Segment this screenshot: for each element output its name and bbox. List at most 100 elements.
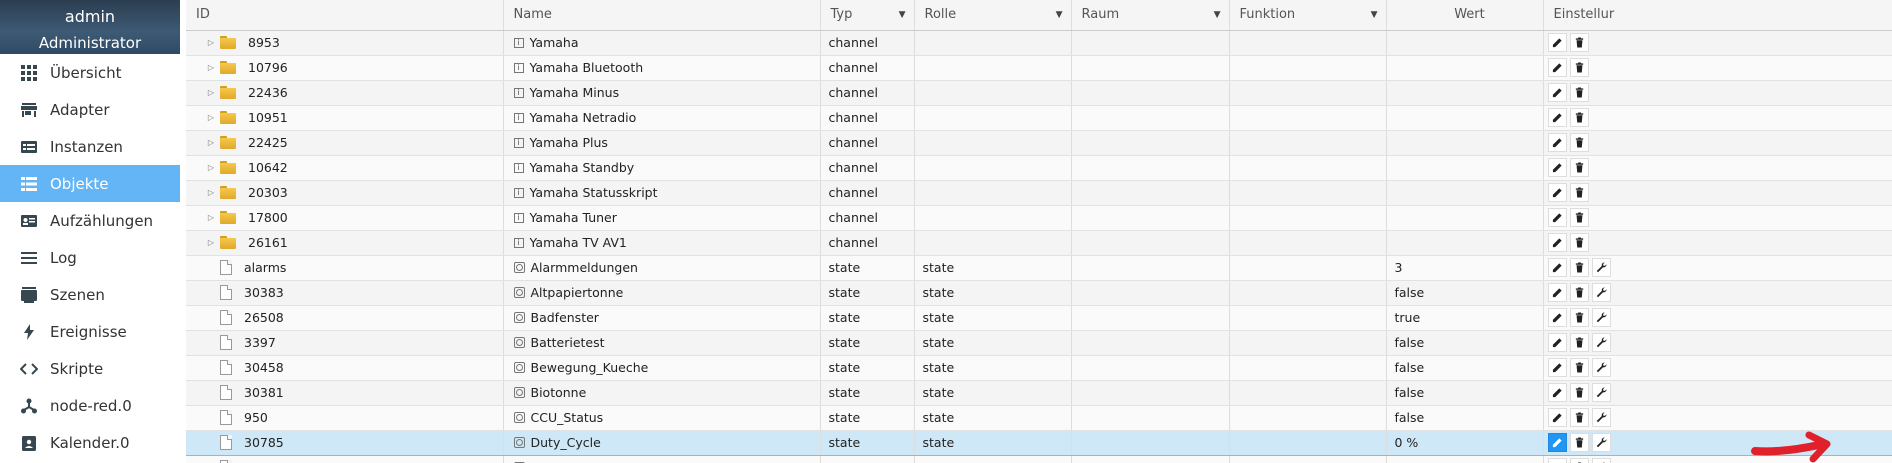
cell-funktion[interactable]: [1229, 455, 1387, 463]
cell-id[interactable]: 30458: [186, 355, 504, 381]
cell-funktion[interactable]: [1229, 205, 1387, 231]
delete-button[interactable]: [1569, 333, 1589, 352]
cell-raum[interactable]: [1071, 180, 1230, 206]
cell-raum[interactable]: [1071, 330, 1230, 356]
typ-filter-dropdown-icon[interactable]: ▼: [899, 10, 906, 20]
table-row[interactable]: 30383 Altpapiertonne state state false: [186, 280, 1892, 306]
column-header-funktion[interactable]: Funktion ▼: [1229, 0, 1387, 31]
cell-raum[interactable]: [1071, 55, 1230, 81]
cell-funktion[interactable]: [1229, 380, 1387, 406]
delete-button[interactable]: [1569, 208, 1589, 227]
cell-id[interactable]: ▷ 26161: [186, 230, 504, 256]
edit-button[interactable]: [1547, 108, 1567, 127]
expand-triangle-icon[interactable]: ▷: [204, 38, 218, 47]
sidebar-item-log[interactable]: Log: [0, 239, 180, 276]
delete-button[interactable]: [1569, 408, 1589, 427]
column-header-rolle[interactable]: Rolle ▼: [914, 0, 1072, 31]
cell-name[interactable]: i Yamaha Statusskript: [503, 180, 821, 206]
raum-filter-dropdown-icon[interactable]: ▼: [1214, 10, 1221, 20]
cell-raum[interactable]: [1071, 230, 1230, 256]
delete-button[interactable]: [1569, 183, 1589, 202]
table-row[interactable]: 30381 Biotonne state state false: [186, 380, 1892, 406]
cell-funktion[interactable]: [1229, 130, 1387, 156]
cell-wert[interactable]: 3: [1386, 255, 1544, 281]
column-header-id[interactable]: ID: [186, 0, 504, 31]
table-row[interactable]: ▷ 22436 i Yamaha Minus channel: [186, 80, 1892, 106]
cell-id[interactable]: ▷ 22425: [186, 130, 504, 156]
delete-button[interactable]: [1569, 133, 1589, 152]
cell-raum[interactable]: [1071, 155, 1230, 181]
cell-name[interactable]: i Yamaha Tuner: [503, 205, 821, 231]
cell-funktion[interactable]: [1229, 429, 1387, 456]
cell-name[interactable]: Badfenster: [503, 305, 821, 331]
column-header-typ[interactable]: Typ ▼: [820, 0, 915, 31]
cell-raum[interactable]: [1071, 455, 1230, 463]
sidebar-item-node-red-0[interactable]: node-red.0: [0, 387, 180, 424]
cell-wert[interactable]: [1386, 80, 1544, 106]
sidebar-item-kalender-0[interactable]: Kalender.0: [0, 424, 180, 461]
delete-button[interactable]: [1569, 433, 1589, 452]
cell-wert[interactable]: [1386, 130, 1544, 156]
settings-button[interactable]: [1591, 258, 1611, 277]
edit-button[interactable]: [1547, 133, 1567, 152]
delete-button[interactable]: [1569, 358, 1589, 377]
cell-id[interactable]: ▷ 10951: [186, 105, 504, 131]
cell-id[interactable]: ▷ 20303: [186, 180, 504, 206]
cell-funktion[interactable]: [1229, 305, 1387, 331]
sidebar-item-adapter[interactable]: Adapter: [0, 91, 180, 128]
edit-button[interactable]: [1547, 283, 1567, 302]
edit-button[interactable]: [1547, 158, 1567, 177]
cell-id[interactable]: ▷ 17800: [186, 205, 504, 231]
cell-wert[interactable]: [1386, 155, 1544, 181]
cell-name[interactable]: Batterietest: [503, 330, 821, 356]
delete-button[interactable]: [1569, 458, 1589, 463]
cell-wert[interactable]: true: [1386, 305, 1544, 331]
cell-name[interactable]: [503, 455, 821, 463]
cell-wert[interactable]: false: [1386, 280, 1544, 306]
cell-raum[interactable]: [1071, 80, 1230, 106]
cell-wert[interactable]: false: [1386, 405, 1544, 431]
settings-button[interactable]: [1591, 308, 1611, 327]
delete-button[interactable]: [1569, 283, 1589, 302]
cell-id[interactable]: ▷ 10642: [186, 155, 504, 181]
settings-button[interactable]: [1591, 283, 1611, 302]
cell-name[interactable]: Altpapiertonne: [503, 280, 821, 306]
rolle-filter-dropdown-icon[interactable]: ▼: [1056, 10, 1063, 20]
edit-button[interactable]: [1547, 358, 1567, 377]
delete-button[interactable]: [1569, 108, 1589, 127]
sidebar-item-skripte[interactable]: Skripte: [0, 350, 180, 387]
edit-button[interactable]: [1547, 258, 1567, 277]
cell-id[interactable]: 26508: [186, 305, 504, 331]
cell-id[interactable]: alarms: [186, 255, 504, 281]
edit-button[interactable]: [1547, 233, 1567, 252]
cell-wert[interactable]: [1386, 55, 1544, 81]
delete-button[interactable]: [1569, 58, 1589, 77]
delete-button[interactable]: [1569, 258, 1589, 277]
cell-name[interactable]: i Yamaha TV AV1: [503, 230, 821, 256]
table-row[interactable]: ▷ 22425 i Yamaha Plus channel: [186, 130, 1892, 156]
funktion-filter-dropdown-icon[interactable]: ▼: [1371, 10, 1378, 20]
cell-funktion[interactable]: [1229, 105, 1387, 131]
expand-triangle-icon[interactable]: ▷: [204, 138, 218, 147]
cell-wert[interactable]: [1386, 455, 1544, 463]
cell-id[interactable]: 30381: [186, 380, 504, 406]
delete-button[interactable]: [1569, 83, 1589, 102]
cell-funktion[interactable]: [1229, 180, 1387, 206]
edit-button[interactable]: [1547, 433, 1567, 452]
cell-wert[interactable]: [1386, 105, 1544, 131]
cell-funktion[interactable]: [1229, 255, 1387, 281]
cell-name[interactable]: CCU_Status: [503, 405, 821, 431]
sidebar-item-instanzen[interactable]: Instanzen: [0, 128, 180, 165]
edit-button[interactable]: [1547, 208, 1567, 227]
column-header-name[interactable]: Name: [503, 0, 821, 31]
cell-raum[interactable]: [1071, 405, 1230, 431]
edit-button[interactable]: [1547, 33, 1567, 52]
sidebar-item-aufzählungen[interactable]: Aufzählungen: [0, 202, 180, 239]
cell-raum[interactable]: [1071, 280, 1230, 306]
cell-name[interactable]: i Yamaha: [503, 30, 821, 56]
cell-name[interactable]: i Yamaha Minus: [503, 80, 821, 106]
cell-id[interactable]: 950: [186, 405, 504, 431]
settings-button[interactable]: [1591, 458, 1611, 463]
sidebar-item-ereignisse[interactable]: Ereignisse: [0, 313, 180, 350]
column-header-wert[interactable]: Wert: [1386, 0, 1544, 31]
